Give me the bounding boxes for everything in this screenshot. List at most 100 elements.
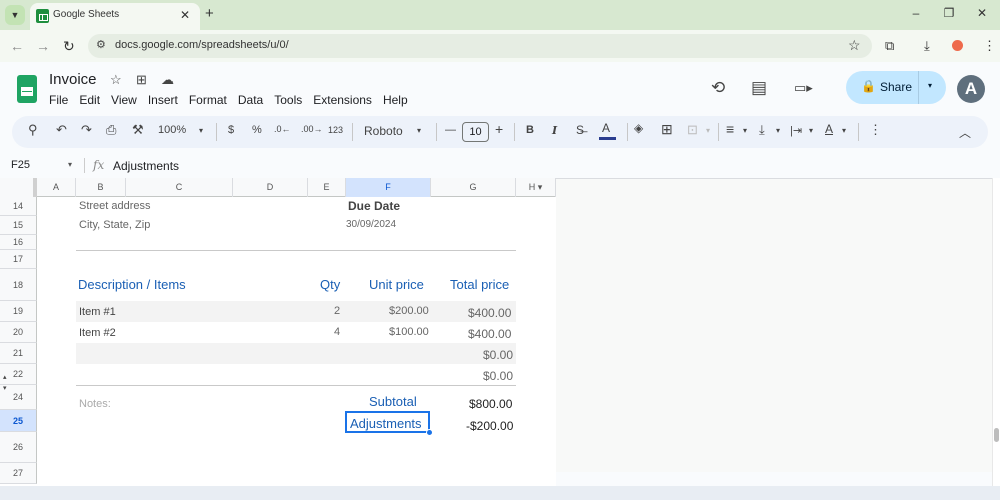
total-price-header[interactable]: Total price (450, 277, 509, 292)
star-icon[interactable]: ☆ (110, 72, 122, 88)
item-total[interactable]: $0.00 (483, 369, 513, 383)
collapse-toolbar-icon[interactable]: ︿ (959, 124, 971, 141)
due-date-label[interactable]: Due Date (348, 199, 400, 213)
fill-handle[interactable] (426, 429, 433, 436)
forward-button[interactable]: → (36, 38, 50, 54)
menu-help[interactable]: Help (383, 93, 408, 107)
adjustments-value[interactable]: -$200.00 (466, 419, 513, 433)
font-caret-icon[interactable]: ▾ (417, 126, 421, 135)
bold-button[interactable]: B (526, 124, 534, 136)
vertical-align-icon[interactable]: ⤓ (759, 122, 765, 138)
currency-format-button[interactable]: $ (228, 124, 234, 136)
decrease-decimal-button[interactable]: .0← (274, 124, 291, 134)
close-tab-icon[interactable]: ✕ (180, 8, 190, 22)
font-size-input[interactable]: 10 (462, 122, 489, 142)
qty-header[interactable]: Qty (320, 277, 340, 292)
fill-color-icon[interactable]: ◈ (634, 121, 643, 135)
valign-caret-icon[interactable]: ▾ (776, 126, 780, 135)
borders-icon[interactable]: ⊞ (661, 121, 673, 138)
row-header-19[interactable]: 19 (0, 301, 37, 322)
cloud-status-icon[interactable]: ☁ (161, 72, 174, 88)
document-title[interactable]: Invoice (49, 71, 97, 88)
menu-edit[interactable]: Edit (79, 93, 100, 107)
row-header-21[interactable]: 21 (0, 343, 37, 364)
more-options-icon[interactable]: ⋮ (869, 122, 882, 138)
redo-icon[interactable]: ↷ (81, 122, 92, 138)
row-header-18[interactable]: 18 (0, 269, 37, 301)
bookmark-star-icon[interactable]: ☆ (848, 37, 861, 54)
rotation-caret-icon[interactable]: ▾ (842, 126, 846, 135)
menu-format[interactable]: Format (189, 93, 227, 107)
menu-view[interactable]: View (111, 93, 137, 107)
site-info-icon[interactable]: ⚙ (96, 38, 106, 51)
download-icon[interactable]: ⤓ (924, 38, 930, 54)
back-button[interactable]: ← (10, 38, 24, 54)
formula-input[interactable]: Adjustments (113, 159, 179, 173)
row-header-15[interactable]: 15 (0, 216, 37, 235)
close-window-button[interactable]: ✕ (972, 6, 992, 20)
row-header-26[interactable]: 26 (0, 432, 37, 463)
column-header-f[interactable]: F (346, 178, 431, 197)
item-qty[interactable]: 2 (334, 305, 340, 317)
row-header-25[interactable]: 25 (0, 410, 37, 432)
item-description[interactable]: Item #2 (79, 327, 116, 339)
wrap-caret-icon[interactable]: ▾ (809, 126, 813, 135)
row-header-27[interactable]: 27 (0, 463, 37, 484)
description-header[interactable]: Description / Items (78, 277, 186, 292)
meet-icon[interactable]: ▭▸ (794, 80, 813, 96)
halign-caret-icon[interactable]: ▾ (743, 126, 747, 135)
paint-format-icon[interactable]: ⚒ (132, 122, 144, 138)
street-address[interactable]: Street address (79, 200, 151, 212)
sheets-logo-icon[interactable] (17, 75, 37, 103)
row-header-17[interactable]: 17 (0, 250, 37, 269)
more-formats-button[interactable]: 123 (328, 125, 343, 135)
vertical-scrollbar[interactable] (992, 178, 1000, 486)
text-wrap-icon[interactable]: |⇥ (790, 124, 802, 137)
column-header-g[interactable]: G (431, 178, 516, 197)
italic-button[interactable]: I (552, 124, 557, 137)
select-all-corner[interactable] (0, 178, 37, 197)
horizontal-align-icon[interactable]: ≡ (726, 121, 734, 137)
decrease-font-size-button[interactable]: — (445, 124, 456, 136)
notes-label[interactable]: Notes: (79, 398, 111, 410)
menu-data[interactable]: Data (238, 93, 263, 107)
row-header-20[interactable]: 20 (0, 322, 37, 343)
print-icon[interactable]: ⎙ (106, 122, 116, 138)
item-unit-price[interactable]: $200.00 (389, 305, 429, 317)
name-box-caret-icon[interactable]: ▾ (68, 160, 72, 169)
column-header-d[interactable]: D (233, 178, 308, 197)
spreadsheet-grid[interactable]: A B C D E F G H ▾ 14 15 16 17 18 19 20 2… (0, 178, 556, 486)
reload-button[interactable]: ↻ (63, 38, 75, 55)
zoom-select[interactable]: 100% (158, 124, 186, 136)
increase-font-size-button[interactable]: + (495, 121, 503, 137)
name-box[interactable]: F25 (11, 159, 30, 171)
unhide-rows-up-icon[interactable]: ▴ (3, 373, 7, 381)
url-text[interactable]: docs.google.com/spreadsheets/u/0/ (115, 39, 289, 51)
row-header-14[interactable]: 14 (0, 197, 37, 216)
strikethrough-button[interactable]: S̶ (576, 123, 584, 137)
city-state-zip[interactable]: City, State, Zip (79, 219, 150, 231)
subtotal-label[interactable]: Subtotal (369, 394, 417, 409)
new-tab-button[interactable]: + (205, 5, 214, 22)
extensions-icon[interactable]: ⧉ (885, 38, 894, 54)
column-header-a[interactable]: A (37, 178, 76, 197)
tab-search-button[interactable]: ▼ (5, 5, 25, 25)
minimize-button[interactable]: – (906, 6, 926, 20)
scrollbar-thumb[interactable] (994, 428, 999, 442)
due-date-value[interactable]: 30/09/2024 (346, 219, 396, 230)
version-history-icon[interactable]: ⟲ (711, 78, 725, 98)
merge-cells-icon[interactable]: ⊡ (687, 122, 698, 138)
item-total[interactable]: $400.00 (468, 306, 511, 320)
item-total[interactable]: $400.00 (468, 327, 511, 341)
undo-icon[interactable]: ↶ (56, 122, 67, 138)
menu-insert[interactable]: Insert (148, 93, 178, 107)
column-header-e[interactable]: E (308, 178, 346, 197)
menu-tools[interactable]: Tools (274, 93, 302, 107)
text-rotation-icon[interactable]: A (825, 122, 833, 136)
maximize-button[interactable]: ❐ (939, 6, 959, 20)
percent-format-button[interactable]: % (252, 124, 262, 136)
column-header-b[interactable]: B (76, 178, 126, 197)
zoom-caret-icon[interactable]: ▾ (199, 126, 203, 135)
font-select[interactable]: Roboto (364, 124, 403, 138)
account-avatar[interactable]: A (957, 75, 985, 103)
